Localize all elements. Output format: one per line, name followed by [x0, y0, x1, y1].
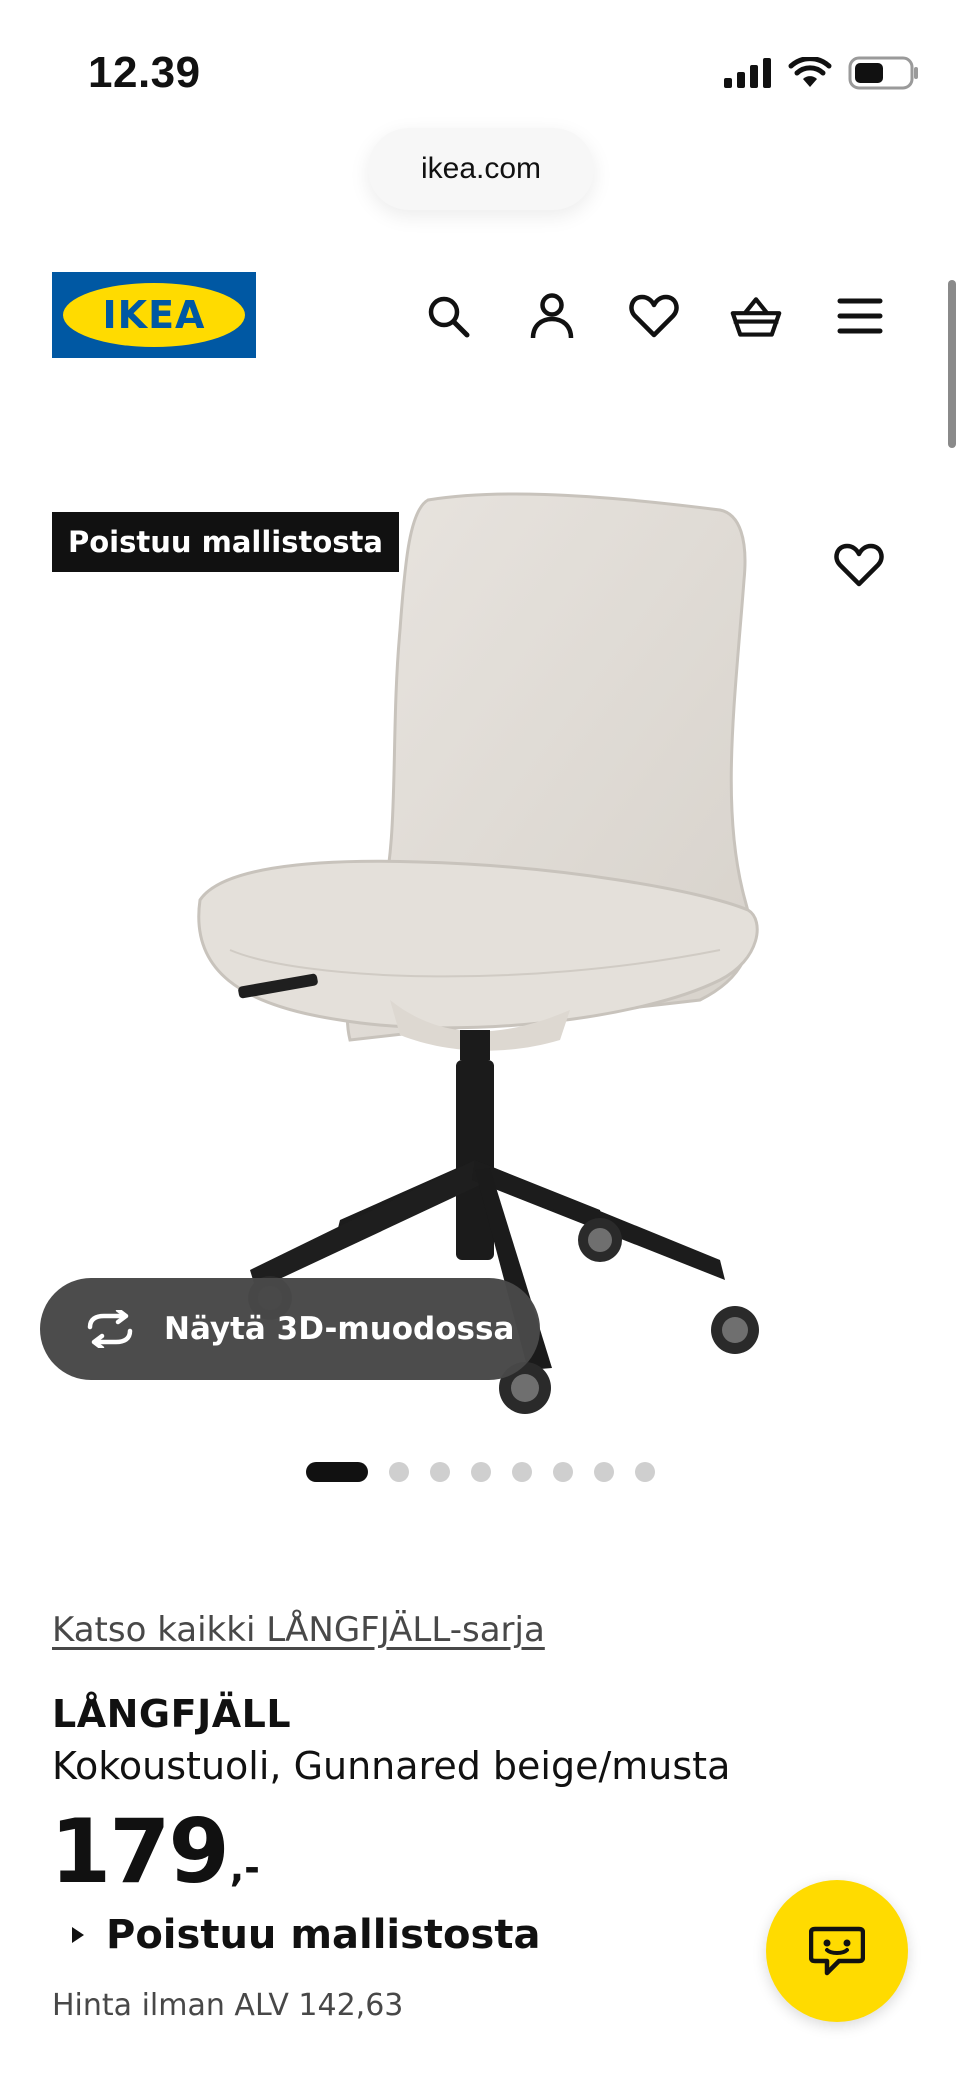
- carousel-dot-8[interactable]: [635, 1462, 655, 1482]
- search-icon[interactable]: [422, 290, 474, 342]
- status-bar: 12.39: [0, 0, 960, 120]
- ikea-logo[interactable]: IKEA: [52, 272, 256, 358]
- carousel-dot-1[interactable]: [306, 1462, 368, 1482]
- page-scrollbar[interactable]: [948, 280, 956, 448]
- discontinued-label: Poistuu mallistosta: [106, 1912, 541, 1958]
- menu-icon[interactable]: [834, 290, 886, 342]
- discontinued-toggle[interactable]: Poistuu mallistosta: [72, 1912, 540, 1958]
- cellular-signal-icon: [724, 58, 771, 88]
- view-3d-label: Näytä 3D-muodossa: [164, 1311, 515, 1347]
- url-bar[interactable]: ikea.com: [368, 128, 594, 210]
- site-header: IKEA: [0, 272, 960, 358]
- status-icons: [722, 56, 920, 90]
- carousel-dot-6[interactable]: [553, 1462, 573, 1482]
- price-suffix: ,-: [229, 1846, 260, 1890]
- account-icon[interactable]: [526, 290, 578, 342]
- product-price: 179 ,-: [50, 1808, 260, 1896]
- discontinued-badge: Poistuu mallistosta: [52, 512, 399, 572]
- product-name: LÅNGFJÄLL: [52, 1692, 292, 1736]
- expand-triangle-icon: [72, 1927, 84, 1943]
- product-image-carousel[interactable]: Poistuu mallistosta: [0, 460, 960, 1420]
- chat-button[interactable]: [766, 1880, 908, 2022]
- logo-text: IKEA: [102, 293, 206, 337]
- favourites-icon[interactable]: [628, 290, 680, 342]
- carousel-dot-3[interactable]: [430, 1462, 450, 1482]
- carousel-dot-4[interactable]: [471, 1462, 491, 1482]
- carousel-dot-5[interactable]: [512, 1462, 532, 1482]
- product-description: Kokoustuoli, Gunnared beige/musta: [52, 1744, 731, 1788]
- rotate-3d-icon: [87, 1310, 133, 1348]
- wifi-icon: [788, 57, 832, 87]
- carousel-dots: [306, 1462, 655, 1482]
- vat-price: Hinta ilman ALV 142,63: [52, 1988, 404, 2023]
- cart-icon[interactable]: [730, 290, 782, 342]
- price-value: 179: [50, 1800, 230, 1903]
- logo-oval: IKEA: [63, 283, 245, 347]
- view-3d-button[interactable]: Näytä 3D-muodossa: [40, 1278, 540, 1380]
- carousel-dot-2[interactable]: [389, 1462, 409, 1482]
- status-time: 12.39: [88, 48, 201, 97]
- product-favourite-heart-icon[interactable]: [830, 536, 888, 594]
- chat-icon: [809, 1926, 865, 1976]
- carousel-dot-7[interactable]: [594, 1462, 614, 1482]
- battery-icon: [848, 56, 918, 90]
- series-link[interactable]: Katso kaikki LÅNGFJÄLL-sarja: [52, 1610, 545, 1650]
